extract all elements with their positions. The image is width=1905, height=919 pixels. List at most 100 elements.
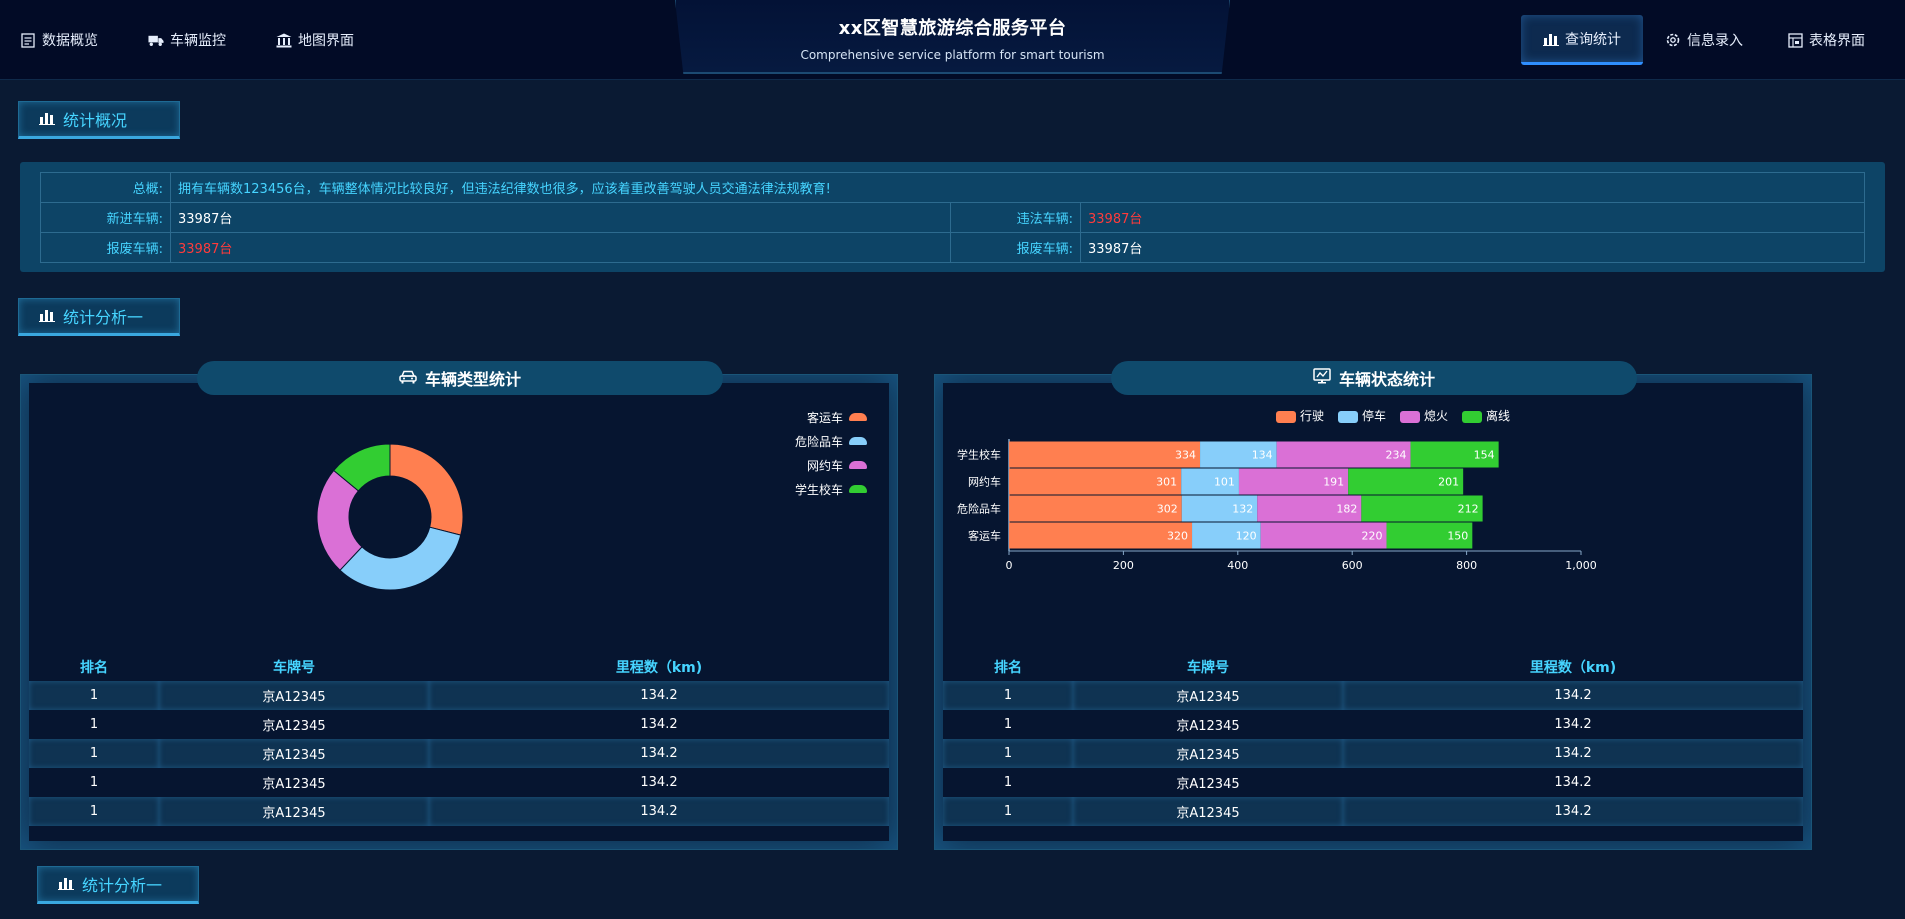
y-tick-label: 危险品车 xyxy=(957,502,1001,516)
legend-label: 网约车 xyxy=(806,458,843,473)
bar-value-label: 150 xyxy=(1447,530,1468,543)
table-row: 1 京A12345 134.2 xyxy=(943,797,1803,826)
col-rank: 排名 xyxy=(80,660,108,676)
pie-slice[interactable] xyxy=(389,443,464,536)
bar-value-label: 154 xyxy=(1474,449,1495,462)
bar-value-label: 301 xyxy=(1156,476,1177,489)
legend-swatch xyxy=(849,437,867,445)
panel-title: 车辆类型统计 xyxy=(424,370,521,389)
scrapped-vehicles-value-2: 33987台 xyxy=(1080,232,1865,263)
legend-label: 危险品车 xyxy=(794,434,843,449)
mileage-cell: 134.2 xyxy=(429,681,889,710)
top-header: 数据概览 车辆监控 地图界面 xx区智慧旅游综合服务平台 Comprehensive… xyxy=(0,0,1905,80)
bar-chart-icon xyxy=(39,307,55,326)
mileage-cell: 134.2 xyxy=(1343,710,1803,739)
bar-chart-icon xyxy=(1543,31,1559,47)
nav-item-l-0[interactable]: 数据概览 xyxy=(20,15,118,65)
plate-cell: 京A12345 xyxy=(1073,710,1343,739)
nav-item-r-1[interactable]: 信息录入 xyxy=(1643,15,1765,65)
nav-right: 查询统计 信息录入 表格界面 xyxy=(1521,0,1887,80)
bar-value-label: 201 xyxy=(1438,476,1459,489)
rank-cell: 1 xyxy=(943,739,1073,768)
bar-value-label: 234 xyxy=(1386,449,1407,462)
x-tick-label: 200 xyxy=(1113,559,1134,572)
vehicle-status-bar-chart: 客运车 320 120 220 150 危险品车 302 132 182 212 网约车 301 101… xyxy=(957,439,1597,572)
bar-value-label: 120 xyxy=(1236,530,1257,543)
page-title: xx区智慧旅游综合服务平台 xyxy=(838,18,1067,39)
bar-value-label: 320 xyxy=(1167,530,1188,543)
mileage-cell: 134.2 xyxy=(1343,739,1803,768)
bar-value-label: 220 xyxy=(1362,530,1383,543)
legend-swatch xyxy=(849,485,867,493)
nav-item-l-2[interactable]: 地图界面 xyxy=(276,15,374,65)
mileage-cell: 134.2 xyxy=(1343,768,1803,797)
table-row: 1 京A12345 134.2 xyxy=(29,797,889,826)
mileage-cell: 134.2 xyxy=(1343,681,1803,710)
summary-text: 拥有车辆数123456台，车辆整体情况比较良好，但违法纪律数也很多，应该着重改善… xyxy=(170,172,1865,203)
section-title-analysis: 统计分析一 xyxy=(18,298,180,336)
table-row: 1 京A12345 134.2 xyxy=(29,681,889,710)
bar-value-label: 101 xyxy=(1214,476,1235,489)
bar-value-label: 191 xyxy=(1323,476,1344,489)
pie-legend: 客运车危险品车网约车学生校车 xyxy=(795,405,867,501)
section-title-label: 统计概况 xyxy=(63,111,128,130)
mileage-cell: 134.2 xyxy=(429,739,889,768)
panel-title: 车辆状态统计 xyxy=(1338,370,1435,389)
plate-cell: 京A12345 xyxy=(159,681,429,710)
mileage-cell: 134.2 xyxy=(1343,797,1803,826)
table-row: 1 京A12345 134.2 xyxy=(29,768,889,797)
vehicle-status-panel: 行驶 停车 熄火 离线 客运车 320 120 220 150 危险品车 302 132 182 212… xyxy=(934,361,1812,850)
legend-swatch xyxy=(849,413,867,421)
table-icon xyxy=(1787,32,1803,48)
x-tick-label: 600 xyxy=(1342,559,1363,572)
nav-item-label: 地图界面 xyxy=(298,33,354,49)
plate-cell: 京A12345 xyxy=(1073,681,1343,710)
x-tick-label: 800 xyxy=(1456,559,1477,572)
legend-item[interactable]: 危险品车 xyxy=(795,429,867,453)
summary-label: 总概: xyxy=(40,172,171,203)
table-row: 1 京A12345 134.2 xyxy=(29,739,889,768)
truck-icon xyxy=(148,32,164,48)
nav-item-label: 信息录入 xyxy=(1687,33,1743,49)
document-icon xyxy=(20,32,36,48)
bar-segment[interactable] xyxy=(1009,522,1193,549)
vehicle-type-donut-chart xyxy=(316,443,464,591)
section-title-label: 统计分析一 xyxy=(82,876,163,895)
bar-value-label: 334 xyxy=(1175,449,1196,462)
bar-segment[interactable] xyxy=(1009,441,1201,468)
nav-left: 数据概览 车辆监控 地图界面 xyxy=(20,0,404,80)
rank-cell: 1 xyxy=(943,768,1073,797)
plate-cell: 京A12345 xyxy=(1073,797,1343,826)
legend-item[interactable]: 网约车 xyxy=(795,453,867,477)
nav-item-label: 表格界面 xyxy=(1809,33,1865,49)
legend-label: 学生校车 xyxy=(794,482,843,497)
monitor-chart-icon xyxy=(1313,368,1331,388)
rank-cell: 1 xyxy=(943,681,1073,710)
table-row: 1 京A12345 134.2 xyxy=(943,710,1803,739)
ranking-body: 1 京A12345 134.2 1 京A12345 134.2 1 京A12345 134.2 1… xyxy=(29,681,889,826)
mileage-ranking-table-left: 排名 车牌号 里程数（km) 1 京A12345 134.2 1 京A12345 134.… xyxy=(29,653,889,826)
building-icon xyxy=(276,32,292,48)
bar-value-label: 212 xyxy=(1458,503,1479,516)
col-mileage: 里程数（km) xyxy=(615,660,703,676)
y-tick-label: 学生校车 xyxy=(957,448,1001,462)
x-tick-label: 400 xyxy=(1227,559,1248,572)
page-subtitle: Comprehensive service platform for smart… xyxy=(800,48,1105,62)
rank-cell: 1 xyxy=(29,768,159,797)
panel-header: 车辆状态统计 xyxy=(1111,361,1637,395)
y-tick-label: 客运车 xyxy=(968,529,1001,543)
nav-item-r-0[interactable]: 查询统计 xyxy=(1521,15,1643,65)
rank-cell: 1 xyxy=(943,797,1073,826)
gear-icon xyxy=(1665,32,1681,48)
bar-value-label: 182 xyxy=(1336,503,1357,516)
legend-item[interactable]: 客运车 xyxy=(795,405,867,429)
rank-cell: 1 xyxy=(943,710,1073,739)
pie-slice[interactable] xyxy=(339,526,462,591)
nav-item-l-1[interactable]: 车辆监控 xyxy=(148,15,246,65)
violation-vehicles-value: 33987台 xyxy=(1080,202,1865,233)
nav-item-r-2[interactable]: 表格界面 xyxy=(1765,15,1887,65)
table-row: 1 京A12345 134.2 xyxy=(29,710,889,739)
legend-item[interactable]: 学生校车 xyxy=(795,477,867,501)
ranking-body: 1 京A12345 134.2 1 京A12345 134.2 1 京A12345 134.2 1… xyxy=(943,681,1803,826)
nav-item-label: 数据概览 xyxy=(42,33,98,49)
